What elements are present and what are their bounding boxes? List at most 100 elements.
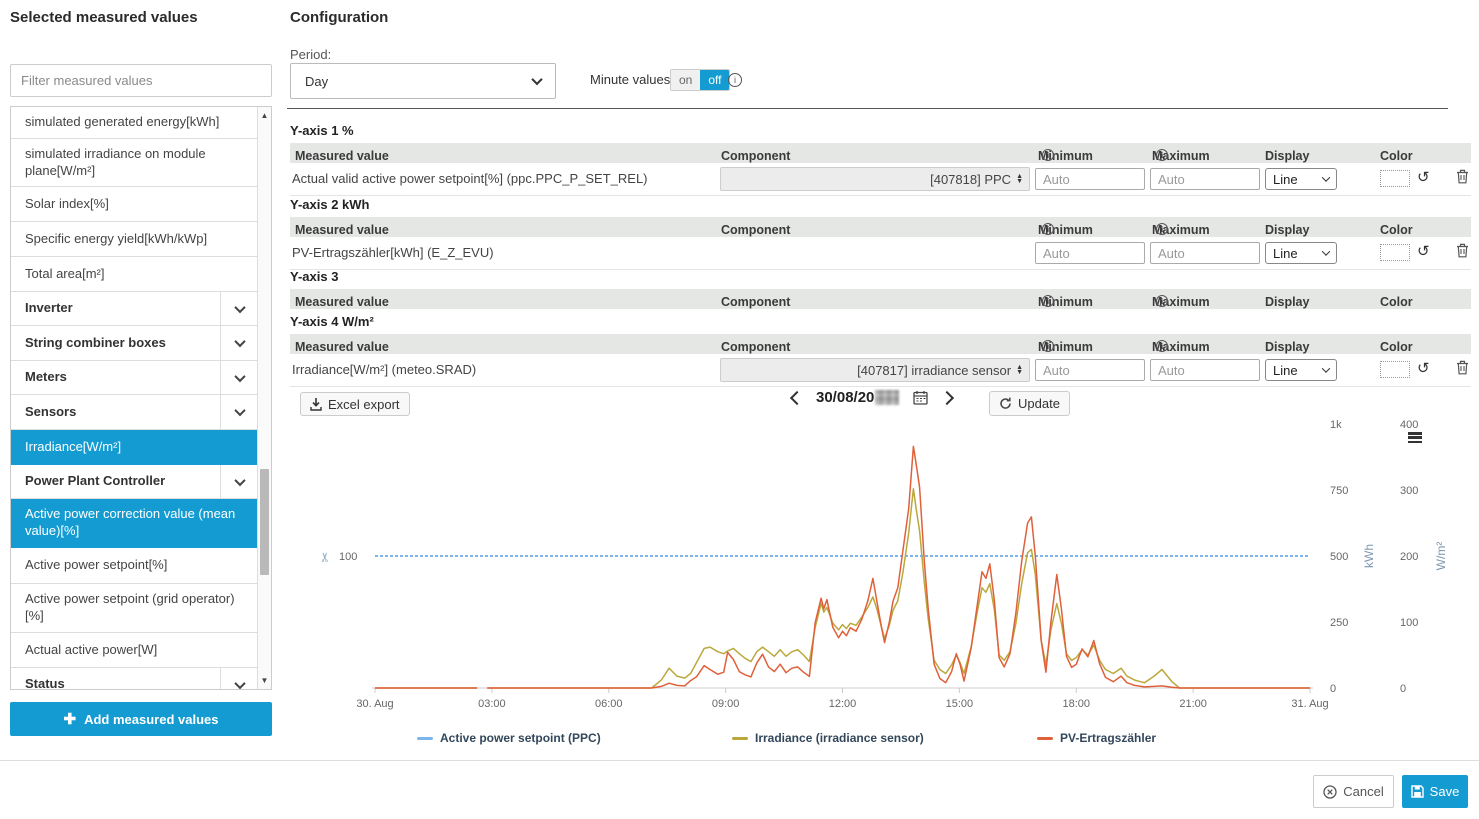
info-icon[interactable]: i <box>1156 223 1168 235</box>
date-masked-year <box>875 390 899 405</box>
excel-export-button[interactable]: Excel export <box>300 392 410 416</box>
legend-item-irradiance-irradiance-sensor-[interactable]: Irradiance (irradiance sensor) <box>732 731 924 745</box>
component-selected-value: [407817] irradiance sensor <box>857 363 1011 378</box>
reset-color-icon[interactable]: ↺ <box>1417 359 1430 379</box>
chart-menu-icon[interactable] <box>1408 432 1422 443</box>
legend-item-active-power-setpoint-ppc-[interactable]: Active power setpoint (PPC) <box>417 731 601 745</box>
chart[interactable]: ✂ 100 30. Aug03:0006:0009:0012:0015:0018… <box>287 418 1479 718</box>
scroll-down-icon[interactable]: ▼ <box>258 676 271 685</box>
display-select[interactable]: Line <box>1265 359 1337 381</box>
sidebar-item-irradiance-w-m[interactable]: Irradiance[W/m²] <box>11 430 258 465</box>
period-select[interactable]: Day <box>290 63 556 99</box>
expand-group-button[interactable] <box>220 465 258 498</box>
x-axis-tick-label: 09:00 <box>712 698 740 710</box>
selected-date[interactable]: 30/08/20 <box>816 389 899 406</box>
sidebar-item-active-power-correction-value-mean-value[interactable]: Active power correction value (mean valu… <box>11 499 258 548</box>
y-axis-1-title: Y-axis 1 % <box>290 123 354 138</box>
color-swatch[interactable] <box>1380 170 1410 187</box>
sidebar-item-power-plant-controller[interactable]: Power Plant Controller <box>11 465 258 499</box>
sidebar-item-solar-index[interactable]: Solar index[%] <box>11 187 258 222</box>
maximum-input[interactable] <box>1150 168 1260 190</box>
minimum-input[interactable] <box>1035 168 1145 190</box>
minute-values-info-icon[interactable]: i <box>728 73 742 87</box>
filter-measured-values-input[interactable] <box>10 64 272 97</box>
info-icon[interactable]: i <box>1042 295 1054 307</box>
period-selected-value: Day <box>305 74 328 89</box>
sidebar-item-label: Active power setpoint[%] <box>11 550 258 581</box>
sidebar-item-active-power-setpoint-grid-operator[interactable]: Active power setpoint (grid operator)[%] <box>11 584 258 633</box>
color-swatch[interactable] <box>1380 361 1410 378</box>
previous-day-icon[interactable] <box>790 390 804 404</box>
chart-plot-area[interactable]: 30. Aug03:0006:0009:0012:0015:0018:0021:… <box>287 418 1479 718</box>
expand-group-button[interactable] <box>220 361 258 394</box>
reset-color-icon[interactable]: ↺ <box>1417 168 1430 188</box>
sidebar-item-specific-energy-yield-kwh-kwp[interactable]: Specific energy yield[kWh/kWp] <box>11 222 258 257</box>
delete-row-icon[interactable] <box>1456 169 1469 189</box>
update-button[interactable]: Update <box>989 391 1070 416</box>
sidebar-item-actual-active-power-w[interactable]: Actual active power[W] <box>11 633 258 668</box>
date-text: 30/08/20 <box>816 389 874 406</box>
save-floppy-icon <box>1411 785 1424 798</box>
sidebar-item-meters[interactable]: Meters <box>11 361 258 395</box>
component-select[interactable]: [407818] PPC▲▼ <box>720 167 1030 191</box>
reset-color-icon[interactable]: ↺ <box>1417 242 1430 262</box>
sidebar-item-simulated-irradiance-on-module-plane-w-m[interactable]: simulated irradiance on module plane[W/m… <box>11 139 258 187</box>
chevron-down-icon <box>234 677 245 688</box>
info-icon[interactable]: i <box>1156 295 1168 307</box>
list-scrollbar[interactable]: ▲ ▼ <box>257 107 271 689</box>
expand-group-button[interactable] <box>220 326 258 360</box>
plant-chart-config-page: Selected measured values simulated gener… <box>0 0 1479 819</box>
sidebar-item-string-combiner-boxes[interactable]: String combiner boxes <box>11 326 258 361</box>
chevron-down-icon <box>234 301 245 312</box>
maximum-input[interactable] <box>1150 359 1260 381</box>
color-swatch[interactable] <box>1380 244 1410 261</box>
configuration-title: Configuration <box>290 9 388 26</box>
save-label: Save <box>1430 784 1460 799</box>
legend-item-pv-ertragsz-hler[interactable]: PV-Ertragszähler <box>1037 731 1156 745</box>
minute-values-toggle: on off <box>670 69 730 91</box>
scroll-up-icon[interactable]: ▲ <box>258 111 271 120</box>
info-icon[interactable]: i <box>1042 340 1054 352</box>
series-pv-ertragsz-hler <box>375 446 1310 688</box>
sidebar-item-inverter[interactable]: Inverter <box>11 292 258 326</box>
next-day-icon[interactable] <box>940 390 954 404</box>
y-axis-2-title: Y-axis 2 kWh <box>290 197 369 212</box>
delete-row-icon[interactable] <box>1456 243 1469 263</box>
minute-values-on-button[interactable]: on <box>671 70 700 90</box>
sidebar-item-label: String combiner boxes <box>11 328 220 359</box>
add-measured-values-button[interactable]: ✚ Add measured values <box>10 702 272 736</box>
sidebar-item-sensors[interactable]: Sensors <box>11 395 258 430</box>
minimum-input[interactable] <box>1035 359 1145 381</box>
calendar-icon[interactable] <box>913 390 928 405</box>
expand-group-button[interactable] <box>220 292 258 325</box>
sidebar-item-active-power-setpoint[interactable]: Active power setpoint[%] <box>11 548 258 584</box>
display-select[interactable]: Line <box>1265 168 1337 190</box>
sidebar-item-simulated-generated-energy-kwh[interactable]: simulated generated energy[kWh] <box>11 107 258 139</box>
info-icon[interactable]: i <box>1156 340 1168 352</box>
component-select[interactable]: [407817] irradiance sensor▲▼ <box>720 358 1030 382</box>
info-icon[interactable]: i <box>1042 223 1054 235</box>
sidebar-title: Selected measured values <box>10 9 198 26</box>
column-header-label: Component <box>721 223 790 237</box>
expand-group-button[interactable] <box>220 395 258 429</box>
legend-label: PV-Ertragszähler <box>1060 731 1156 745</box>
maximum-input[interactable] <box>1150 242 1260 264</box>
cancel-label: Cancel <box>1343 784 1383 799</box>
delete-row-icon[interactable] <box>1456 360 1469 380</box>
expand-group-button[interactable] <box>220 668 258 690</box>
info-icon[interactable]: i <box>1042 149 1054 161</box>
sidebar-item-status[interactable]: Status <box>11 668 258 690</box>
refresh-icon <box>999 397 1012 410</box>
scrollbar-thumb[interactable] <box>260 469 269 575</box>
sidebar-item-total-area-m[interactable]: Total area[m²] <box>11 257 258 292</box>
save-button[interactable]: Save <box>1402 775 1468 808</box>
minute-values-off-button[interactable]: off <box>700 70 729 90</box>
cancel-button[interactable]: Cancel <box>1313 775 1394 808</box>
legend-marker <box>732 737 748 740</box>
column-header-label: Measured value <box>295 295 389 309</box>
display-select[interactable]: Line <box>1265 242 1337 264</box>
divider <box>287 108 1448 109</box>
minimum-input[interactable] <box>1035 242 1145 264</box>
info-icon[interactable]: i <box>1156 149 1168 161</box>
sidebar-item-label: Sensors <box>11 397 220 428</box>
